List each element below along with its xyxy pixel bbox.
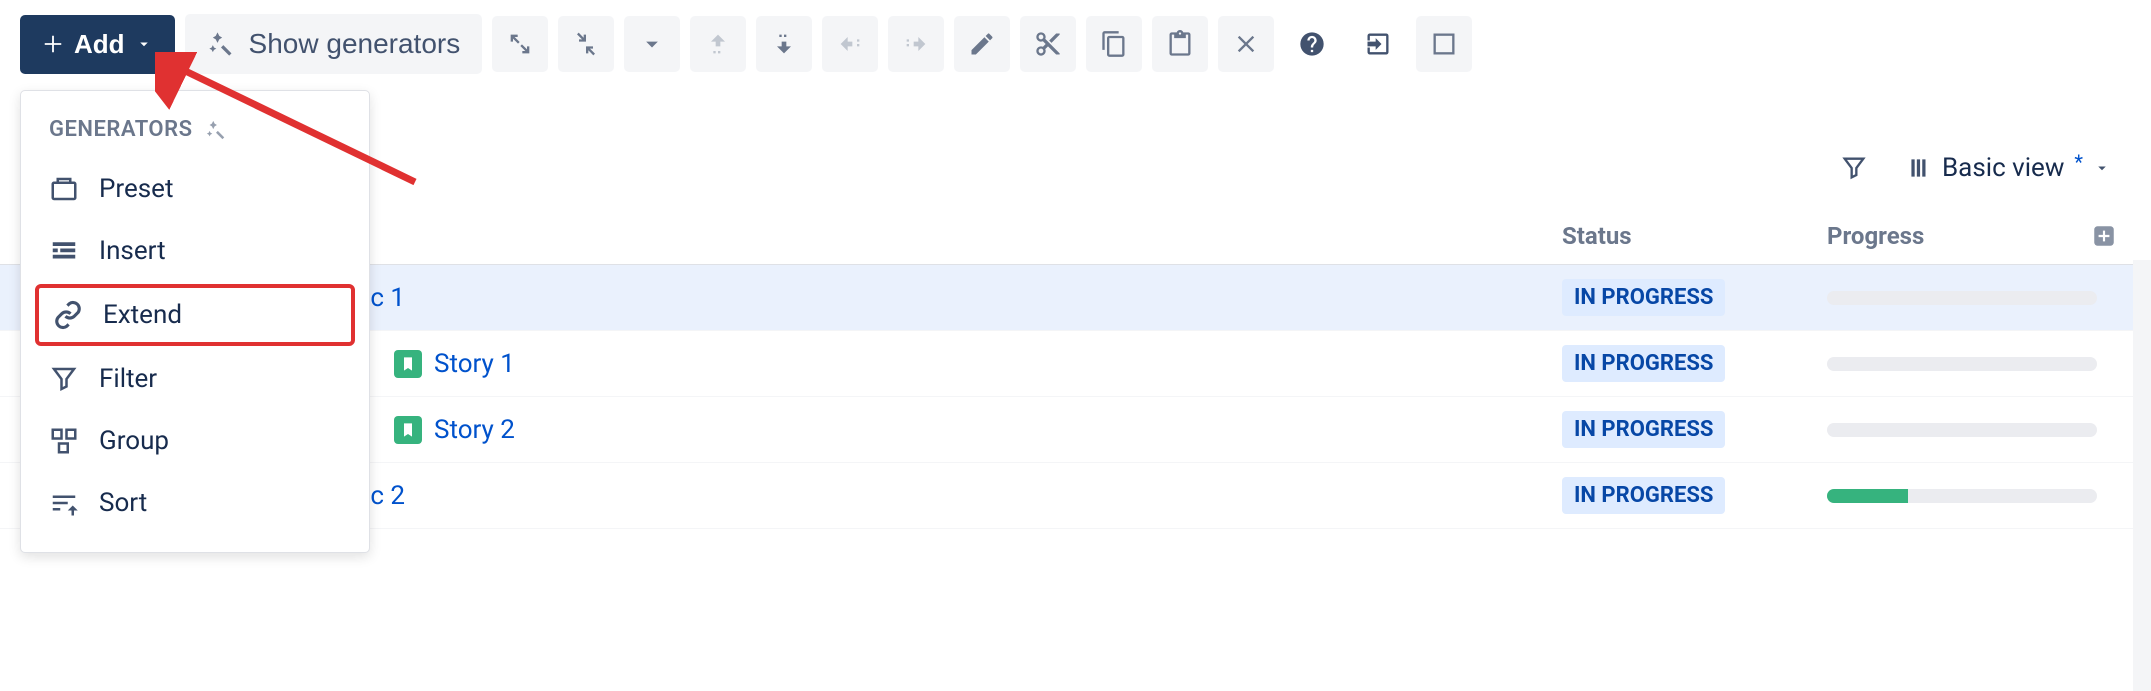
view-selector[interactable]: Basic view *: [1906, 153, 2111, 183]
exit-icon: [1364, 30, 1392, 58]
filter-icon: [49, 364, 79, 394]
modified-indicator: *: [2074, 150, 2083, 174]
arrow-right-dashed-icon: [902, 30, 930, 58]
columns-icon: [1906, 155, 1932, 181]
fullscreen-button[interactable]: [1416, 16, 1472, 72]
scissors-icon: [1034, 30, 1062, 58]
move-down-button[interactable]: [756, 16, 812, 72]
square-icon: [1430, 30, 1458, 58]
dropdown-label: Insert: [99, 236, 166, 266]
copy-icon: [1100, 30, 1128, 58]
dropdown-label: Group: [99, 426, 169, 456]
move-up-button[interactable]: [690, 16, 746, 72]
preset-icon: [49, 174, 79, 204]
link-icon: [53, 300, 83, 330]
dropdown-item-insert[interactable]: Insert: [21, 220, 369, 282]
dropdown-item-extend[interactable]: Extend: [35, 284, 355, 346]
chevron-down-icon: [2093, 159, 2111, 177]
indent-button[interactable]: [888, 16, 944, 72]
add-label: Add: [74, 29, 125, 60]
view-label: Basic view: [1942, 153, 2064, 183]
dropdown-header: GENERATORS: [21, 109, 369, 158]
column-header-status[interactable]: Status: [1562, 222, 1827, 250]
chevron-down-icon: [135, 35, 153, 53]
dropdown-label: Filter: [99, 364, 157, 394]
story-type-icon: [394, 416, 422, 444]
row-progress: [1827, 291, 2127, 305]
collapse-diagonal-icon: [572, 30, 600, 58]
arrow-down-dashed-icon: [770, 30, 798, 58]
paste-button[interactable]: [1152, 16, 1208, 72]
story-type-icon: [394, 350, 422, 378]
outdent-button[interactable]: [822, 16, 878, 72]
vertical-scrollbar[interactable]: [2133, 260, 2151, 691]
sort-icon: [49, 488, 79, 518]
toolbar: Add Show generators: [0, 0, 2151, 88]
expand-diagonal-button[interactable]: [492, 16, 548, 72]
add-column-icon[interactable]: [2091, 223, 2117, 249]
dropdown-item-sort[interactable]: Sort: [21, 472, 369, 534]
dropdown-label: Sort: [99, 488, 147, 518]
row-progress: [1827, 357, 2127, 371]
status-badge: IN PROGRESS: [1562, 345, 1725, 382]
row-progress: [1827, 423, 2127, 437]
status-badge: IN PROGRESS: [1562, 411, 1725, 448]
dropdown-item-filter[interactable]: Filter: [21, 348, 369, 410]
pencil-icon: [968, 30, 996, 58]
more-dropdown-button[interactable]: [624, 16, 680, 72]
collapse-diagonal-button[interactable]: [558, 16, 614, 72]
expand-diagonal-icon: [506, 30, 534, 58]
status-badge: IN PROGRESS: [1562, 279, 1725, 316]
dropdown-label: Preset: [99, 174, 173, 204]
row-status[interactable]: IN PROGRESS: [1562, 345, 1827, 382]
close-icon: [1232, 30, 1260, 58]
column-header-progress[interactable]: Progress: [1827, 222, 2127, 250]
paste-icon: [1166, 30, 1194, 58]
show-generators-label: Show generators: [249, 28, 461, 60]
cut-button[interactable]: [1020, 16, 1076, 72]
show-generators-button[interactable]: Show generators: [185, 14, 483, 74]
edit-button[interactable]: [954, 16, 1010, 72]
help-icon: [1298, 30, 1326, 58]
filter-icon: [1840, 154, 1868, 182]
filter-toggle-button[interactable]: [1826, 140, 1882, 196]
row-status[interactable]: IN PROGRESS: [1562, 279, 1827, 316]
copy-button[interactable]: [1086, 16, 1142, 72]
insert-icon: [49, 236, 79, 266]
chevron-down-icon: [638, 30, 666, 58]
arrow-left-dashed-icon: [836, 30, 864, 58]
row-progress: [1827, 489, 2127, 503]
delete-button[interactable]: [1218, 16, 1274, 72]
help-button[interactable]: [1284, 16, 1340, 72]
add-button[interactable]: Add: [20, 15, 175, 74]
generators-dropdown: GENERATORS Preset Insert Extend Filter G…: [20, 90, 370, 553]
plus-icon: [42, 33, 64, 55]
dropdown-item-group[interactable]: Group: [21, 410, 369, 472]
group-icon: [49, 426, 79, 456]
status-badge: IN PROGRESS: [1562, 477, 1725, 514]
wand-icon: [207, 30, 235, 58]
arrow-up-dashed-icon: [704, 30, 732, 58]
wand-icon: [205, 119, 227, 141]
exit-button[interactable]: [1350, 16, 1406, 72]
row-status[interactable]: IN PROGRESS: [1562, 477, 1827, 514]
row-status[interactable]: IN PROGRESS: [1562, 411, 1827, 448]
dropdown-item-preset[interactable]: Preset: [21, 158, 369, 220]
dropdown-label: Extend: [103, 300, 182, 330]
